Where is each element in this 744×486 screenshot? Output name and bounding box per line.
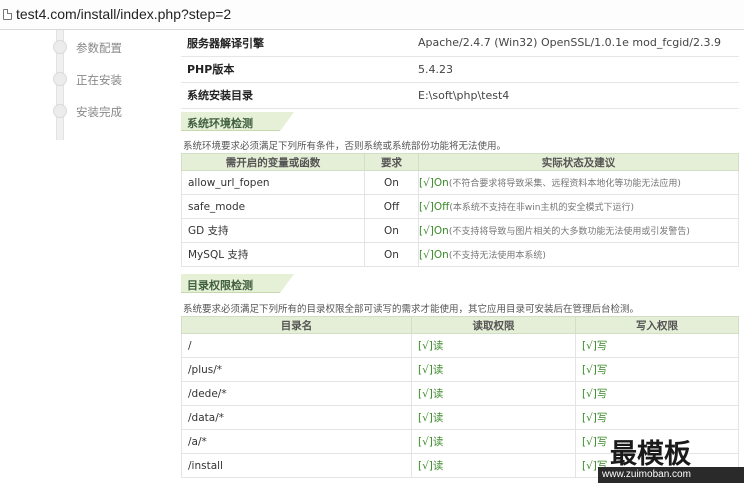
dir-name: /dede/*: [181, 381, 412, 406]
col-header-dir: 目录名: [181, 316, 412, 334]
dir-read: [√]读: [411, 357, 576, 382]
status-value: [√]On: [419, 249, 449, 261]
env-required: On: [364, 218, 419, 243]
address-bar[interactable]: test4.com/install/index.php?step=2: [0, 0, 744, 30]
env-check-table: 需开启的变量或函数 要求 实际状态及建议 allow_url_fopen On …: [181, 153, 739, 267]
dir-check-title: 目录权限检测: [181, 274, 294, 293]
php-version-label: PHP版本: [181, 56, 418, 83]
status-note: (不符合要求将导致采集、远程资料本地化等功能无法应用): [448, 179, 681, 189]
col-header-status: 实际状态及建议: [418, 153, 739, 171]
table-row: PHP版本 5.4.23: [181, 56, 739, 83]
dir-read: [√]读: [411, 333, 576, 358]
dir-name: /a/*: [181, 429, 412, 454]
table-row: allow_url_fopen On [√]On(不符合要求将导致采集、远程资料…: [181, 170, 739, 195]
dir-write: [√]写: [575, 381, 739, 406]
env-name: MySQL 支持: [181, 242, 365, 267]
dir-check-description: 系统要求必须满足下列所有的目录权限全部可读写的需求才能使用，其它应用目录可安装后…: [183, 304, 640, 315]
col-header-write: 写入权限: [575, 316, 739, 334]
step-dot-icon: [53, 104, 67, 118]
status-note: (不支持将导致与图片相关的大多数功能无法使用或引发警告): [448, 227, 690, 237]
env-check-description: 系统环境要求必须满足下列所有条件，否则系统或系统部份功能将无法使用。: [183, 141, 507, 152]
dir-name: /data/*: [181, 405, 412, 430]
table-header-row: 需开启的变量或函数 要求 实际状态及建议: [181, 153, 739, 171]
table-row: GD 支持 On [√]On(不支持将导致与图片相关的大多数功能无法使用或引发警…: [181, 218, 739, 243]
watermark-url: www.zuimoban.com: [598, 467, 744, 483]
env-status: [√]On(不支持无法使用本系统): [418, 242, 739, 267]
status-note: (不支持无法使用本系统): [448, 251, 546, 261]
env-status: [√]Off(本系统不支持在非win主机的安全模式下运行): [418, 194, 739, 219]
main-content: 服务器解译引擎 Apache/2.4.7 (Win32) OpenSSL/1.0…: [172, 30, 744, 486]
server-engine-label: 服务器解译引擎: [181, 30, 418, 57]
col-header-required: 要求: [364, 153, 419, 171]
env-check-title: 系统环境检测: [181, 112, 294, 131]
env-name: allow_url_fopen: [181, 170, 365, 195]
env-required: Off: [364, 194, 419, 219]
page-icon: [3, 9, 12, 20]
dir-write: [√]写: [575, 333, 739, 358]
table-row: 服务器解译引擎 Apache/2.4.7 (Win32) OpenSSL/1.0…: [181, 30, 739, 57]
table-row: / [√]读 [√]写: [181, 333, 739, 358]
table-row: /plus/* [√]读 [√]写: [181, 357, 739, 382]
url-text[interactable]: test4.com/install/index.php?step=2: [16, 6, 231, 22]
table-row: safe_mode Off [√]Off(本系统不支持在非win主机的安全模式下…: [181, 194, 739, 219]
step-dot-icon: [53, 72, 67, 86]
dir-write: [√]写: [575, 405, 739, 430]
step-complete: 安装完成: [76, 105, 122, 119]
server-engine-value: Apache/2.4.7 (Win32) OpenSSL/1.0.1e mod_…: [418, 30, 739, 57]
table-row: /dede/* [√]读 [√]写: [181, 381, 739, 406]
env-name: GD 支持: [181, 218, 365, 243]
install-dir-value: E:\soft\php\test4: [418, 82, 739, 109]
dir-name: /install: [181, 453, 412, 478]
col-header-read: 读取权限: [411, 316, 576, 334]
install-dir-label: 系统安装目录: [181, 82, 418, 109]
php-version-value: 5.4.23: [418, 56, 739, 83]
watermark-logo: 最模板: [610, 439, 691, 470]
env-name: safe_mode: [181, 194, 365, 219]
dir-name: /: [181, 333, 412, 358]
table-header-row: 目录名 读取权限 写入权限: [181, 316, 739, 334]
table-row: 系统安装目录 E:\soft\php\test4: [181, 82, 739, 109]
dir-read: [√]读: [411, 429, 576, 454]
server-info-table: 服务器解译引擎 Apache/2.4.7 (Win32) OpenSSL/1.0…: [181, 30, 739, 109]
dir-read: [√]读: [411, 381, 576, 406]
env-required: On: [364, 170, 419, 195]
dir-read: [√]读: [411, 405, 576, 430]
status-value: [√]On: [419, 177, 449, 189]
env-required: On: [364, 242, 419, 267]
table-row: MySQL 支持 On [√]On(不支持无法使用本系统): [181, 242, 739, 267]
status-note: (本系统不支持在非win主机的安全模式下运行): [449, 203, 634, 213]
step-config: 参数配置: [76, 41, 122, 55]
status-value: [√]On: [419, 225, 449, 237]
table-row: /data/* [√]读 [√]写: [181, 405, 739, 430]
env-status: [√]On(不符合要求将导致采集、远程资料本地化等功能无法应用): [418, 170, 739, 195]
step-dot-icon: [53, 40, 67, 54]
dir-read: [√]读: [411, 453, 576, 478]
install-steps-sidebar: 参数配置 正在安装 安装完成: [0, 30, 172, 486]
step-installing: 正在安装: [76, 73, 122, 87]
col-header-name: 需开启的变量或函数: [181, 153, 365, 171]
dir-name: /plus/*: [181, 357, 412, 382]
status-value: [√]Off: [419, 201, 450, 213]
env-status: [√]On(不支持将导致与图片相关的大多数功能无法使用或引发警告): [418, 218, 739, 243]
dir-write: [√]写: [575, 357, 739, 382]
